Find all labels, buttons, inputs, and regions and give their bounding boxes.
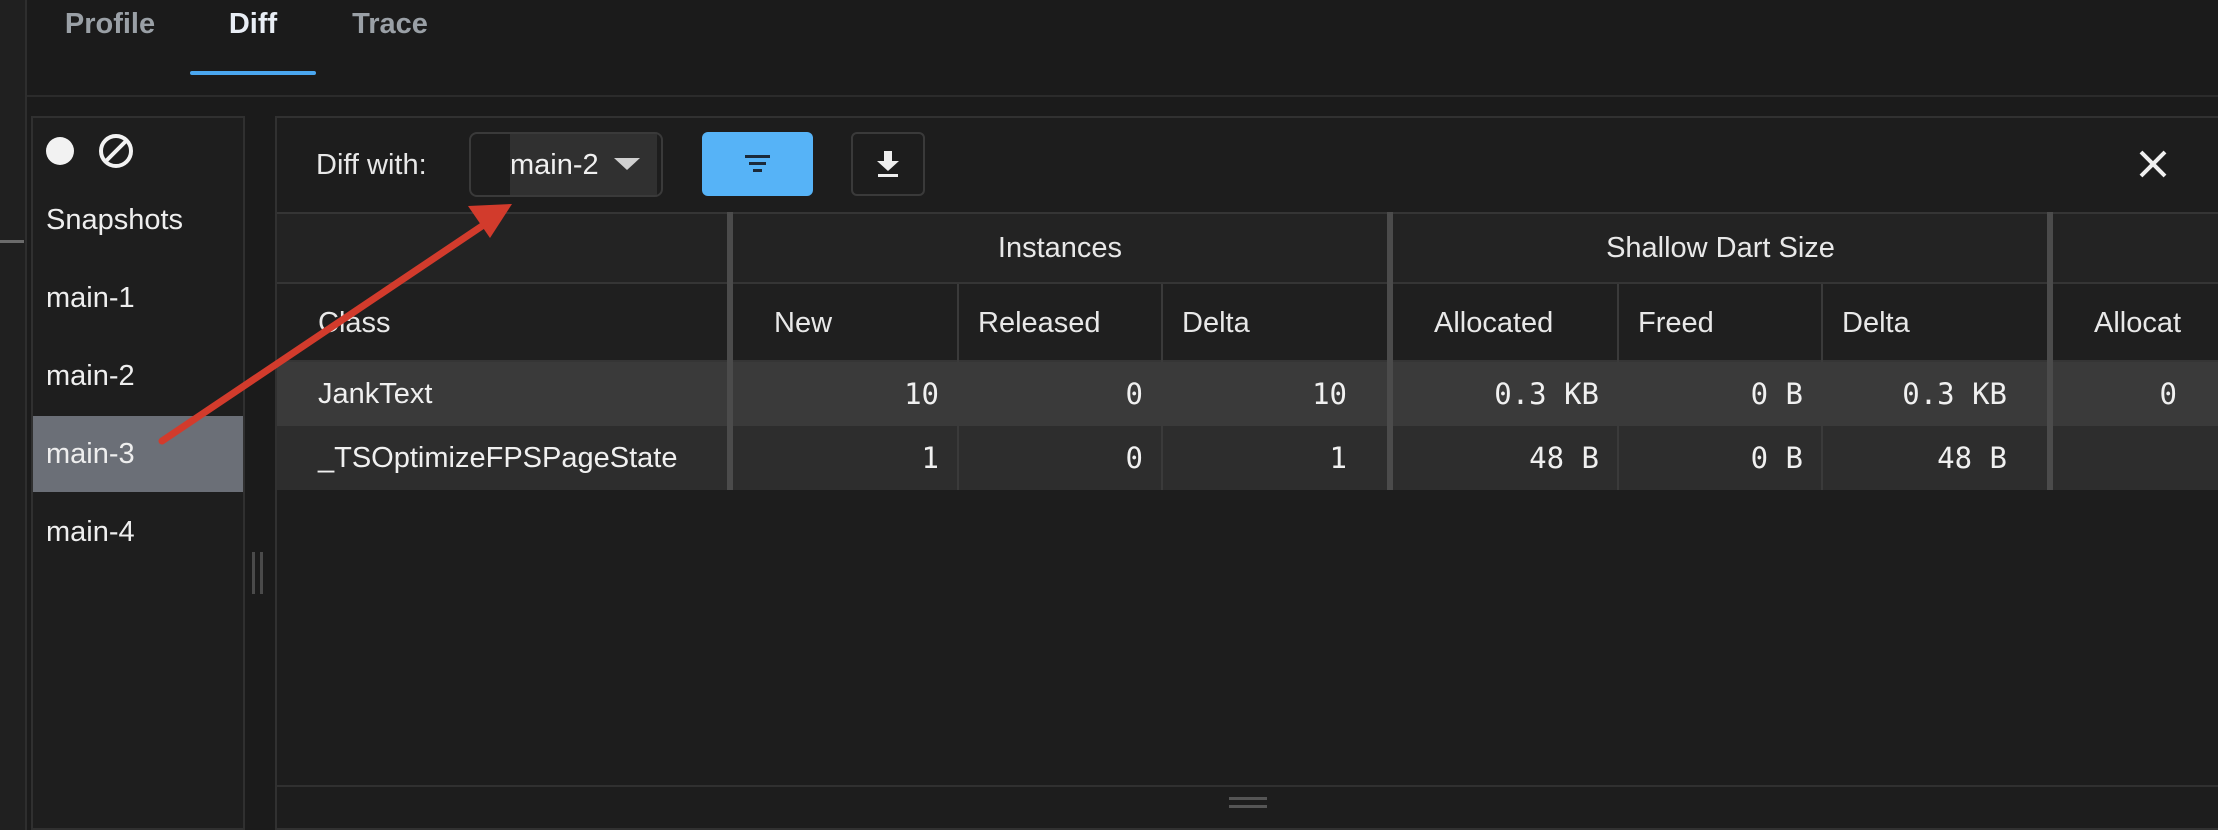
snapshot-item-main-2[interactable]: main-2 [33, 338, 243, 414]
filter-button[interactable] [702, 132, 813, 196]
chevron-down-icon[interactable] [614, 158, 640, 170]
column-header-allocated-2[interactable]: Allocat [2094, 284, 2218, 362]
clear-icon[interactable] [96, 131, 136, 171]
cell-delta: 10 [1312, 377, 1347, 411]
group-header-shallow-dart-size: Shallow Dart Size [1606, 232, 1835, 264]
diff-with-selected-value[interactable]: main-2 [510, 140, 599, 190]
tabs-divider [27, 95, 2218, 97]
group-header-instances: Instances [997, 232, 1123, 264]
cell-delta: 1 [1329, 441, 1347, 475]
column-header-released[interactable]: Released [978, 284, 1101, 362]
cell-new: 1 [921, 441, 939, 475]
diff-with-label: Diff with: [316, 149, 427, 181]
cell-released: 0 [1125, 377, 1143, 411]
column-header-delta[interactable]: Delta [1182, 284, 1250, 362]
cell-new: 10 [904, 377, 939, 411]
table-bottom-divider [277, 785, 2218, 787]
tab-trace[interactable]: Trace [340, 0, 440, 60]
sidebar-splitter[interactable] [252, 552, 266, 594]
cell-class: JankText [318, 378, 433, 410]
snapshot-item-main-3[interactable]: main-3 [33, 416, 243, 492]
close-icon[interactable] [2132, 140, 2176, 188]
snapshots-heading: Snapshots [46, 204, 184, 236]
tab-profile[interactable]: Profile [60, 0, 160, 60]
download-button[interactable] [851, 132, 925, 196]
filter-icon [745, 155, 770, 172]
snapshot-item-main-4[interactable]: main-4 [33, 494, 243, 570]
download-icon [877, 151, 899, 177]
column-header-class[interactable]: Class [318, 284, 391, 362]
cell-allocated: 0.3 KB [1494, 377, 1599, 411]
cell-released: 0 [1125, 441, 1143, 475]
record-icon[interactable] [46, 137, 74, 165]
column-header-allocated[interactable]: Allocated [1434, 284, 1553, 362]
column-header-freed[interactable]: Freed [1638, 284, 1714, 362]
left-edge-strip [0, 0, 27, 830]
bottom-resize-handle[interactable] [1229, 797, 1267, 811]
column-group-divider[interactable] [2047, 212, 2053, 490]
cell-extra: 0 [2159, 377, 2177, 411]
cell-freed: 0 B [1750, 377, 1803, 411]
active-tab-indicator [190, 71, 316, 75]
cell-freed: 0 B [1750, 441, 1803, 475]
tab-diff[interactable]: Diff [190, 0, 316, 60]
cell-size-delta: 0.3 KB [1902, 377, 2007, 411]
column-header-size-delta[interactable]: Delta [1842, 284, 1910, 362]
column-header-new[interactable]: New [774, 284, 832, 362]
cell-allocated: 48 B [1529, 441, 1599, 475]
snapshot-item-main-1[interactable]: main-1 [33, 260, 243, 336]
cell-size-delta: 48 B [1937, 441, 2007, 475]
edge-handle[interactable] [0, 240, 24, 243]
cell-class: _TSOptimizeFPSPageState [318, 442, 678, 474]
